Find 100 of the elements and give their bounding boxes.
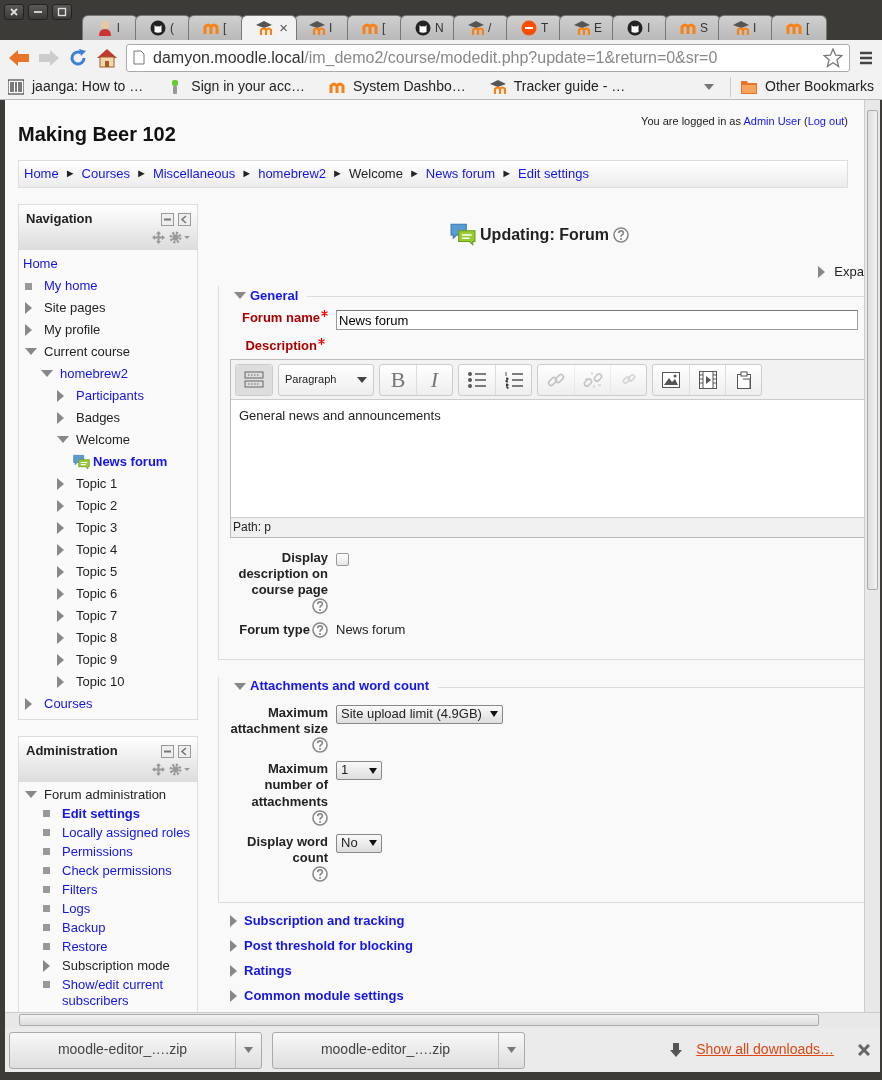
reload-icon[interactable] [68,47,88,68]
breadcrumb-link[interactable]: homebrew2 [258,165,327,183]
collapsed-arrow-icon[interactable] [57,610,65,622]
breadcrumb-link[interactable]: Courses [81,165,130,183]
nav-item[interactable]: Topic 8 [76,627,118,649]
move-icon[interactable] [152,763,165,777]
show-downloads-link[interactable]: Show all downloads… [696,1041,834,1059]
browser-tab[interactable]: × [241,15,297,40]
expanded-arrow-icon[interactable] [41,370,53,378]
download-item[interactable]: moodle-editor_….zip [272,1031,525,1069]
help-icon[interactable] [312,866,328,883]
collapsed-arrow-icon[interactable] [25,324,33,336]
toolbar-toggle-button[interactable] [236,364,272,395]
bookmark-link[interactable]: Tracker guide - … [513,78,626,96]
dropdown[interactable]: Site upload limit (4.9GB) [336,704,503,724]
help-icon[interactable] [612,227,629,243]
browser-tab[interactable]: [ [347,15,403,40]
nav-item[interactable]: Topic 2 [76,495,118,517]
nav-item[interactable]: Show/edit current subscribers [62,975,197,1009]
browser-tab[interactable]: [ [771,15,827,40]
collapsed-arrow-icon[interactable] [230,989,238,1002]
close-tab-button[interactable]: × [279,18,288,38]
help-icon[interactable] [312,809,328,826]
section-link[interactable]: Ratings [244,962,292,979]
nav-item[interactable]: Badges [76,407,121,429]
help-icon[interactable] [312,622,328,639]
browser-tab[interactable]: I [612,15,668,40]
maximize-icon[interactable] [56,6,68,18]
nav-item[interactable]: Topic 1 [76,473,118,495]
nav-item[interactable]: Logs [62,899,91,917]
nav-item[interactable]: Edit settings [62,804,140,822]
breadcrumb-link[interactable]: Home [24,165,59,183]
nav-item[interactable]: Current course [44,341,130,363]
text-field[interactable]: News forum [336,310,858,331]
expanded-arrow-icon[interactable] [234,682,246,691]
nav-item[interactable]: Locally assigned roles [62,823,190,841]
close-icon[interactable] [8,6,20,18]
collapsed-arrow-icon[interactable] [25,302,33,314]
collapsed-arrow-icon[interactable] [230,939,238,952]
browser-tab[interactable]: N [400,15,456,40]
browser-tab[interactable]: [ [188,15,244,40]
nav-item[interactable]: Participants [76,385,144,407]
nav-item[interactable]: Filters [62,880,98,898]
move-icon[interactable] [152,231,165,245]
collapsed-arrow-icon[interactable] [230,914,238,927]
expanded-arrow-icon[interactable] [234,292,246,301]
help-icon[interactable] [312,598,328,615]
nav-item[interactable]: Welcome [76,429,130,451]
minimize-icon[interactable] [161,212,174,226]
nav-item[interactable]: Topic 7 [76,605,118,627]
collapsed-arrow-icon[interactable] [57,500,65,512]
collapsed-arrow-icon[interactable] [57,566,65,578]
collapsed-arrow-icon[interactable] [818,266,827,279]
collapsed-arrow-icon[interactable] [57,588,65,600]
nav-item[interactable]: News forum [93,451,168,473]
format-dropdown[interactable]: Paragraph [279,364,373,395]
section-link[interactable]: General [250,288,299,305]
caret-icon[interactable] [704,84,715,90]
star-icon[interactable] [823,47,843,68]
nav-item[interactable]: Topic 4 [76,539,118,561]
expanded-arrow-icon[interactable] [25,790,37,799]
collapsed-arrow-icon[interactable] [25,698,33,710]
menu-icon[interactable] [858,49,874,66]
back-icon[interactable] [8,48,30,67]
dock-icon[interactable] [178,744,191,758]
home-icon[interactable] [96,47,118,68]
nav-item[interactable]: Check permissions [62,861,172,879]
nav-item[interactable]: Home [23,253,58,275]
checkbox[interactable] [336,552,349,566]
minimize-icon[interactable] [161,744,174,758]
nav-item[interactable]: My profile [44,319,101,341]
section-link[interactable]: Attachments and word count [250,678,430,695]
collapsed-arrow-icon[interactable] [43,959,51,972]
nav-item[interactable]: Topic 10 [76,671,125,693]
close-icon[interactable] [858,1044,870,1056]
nav-item[interactable]: homebrew2 [60,363,128,385]
collapsed-arrow-icon[interactable] [57,390,65,402]
collapsed-arrow-icon[interactable] [57,676,65,688]
section-link[interactable]: Common module settings [244,987,404,1004]
bookmark-link[interactable]: jaanga: How to … [32,78,144,96]
collapsed-arrow-icon[interactable] [57,412,65,424]
expanded-arrow-icon[interactable] [25,348,37,356]
browser-tab[interactable]: I [718,15,774,40]
section-link[interactable]: Subscription and tracking [244,912,405,929]
dropdown[interactable]: No [336,833,382,853]
collapsed-arrow-icon[interactable] [57,522,65,534]
scrollbar[interactable] [5,1012,880,1028]
collapsed-arrow-icon[interactable] [57,478,65,490]
text-editor[interactable]: Paragraph B I General news and announcements Path: p [230,358,864,538]
browser-tab[interactable]: I [294,15,350,40]
nav-item[interactable]: Topic 9 [76,649,118,671]
login-link[interactable]: Log out [807,115,845,127]
browser-tab[interactable]: E [559,15,615,40]
dropdown[interactable]: 1 [336,761,382,780]
nav-item[interactable]: Forum administration [44,785,167,803]
nav-item[interactable]: Topic 6 [76,583,118,605]
nav-item[interactable]: Courses [44,693,93,715]
gear-icon[interactable] [169,763,191,777]
browser-tab[interactable]: / [453,15,509,40]
section-link[interactable]: Post threshold for blocking [244,937,413,954]
